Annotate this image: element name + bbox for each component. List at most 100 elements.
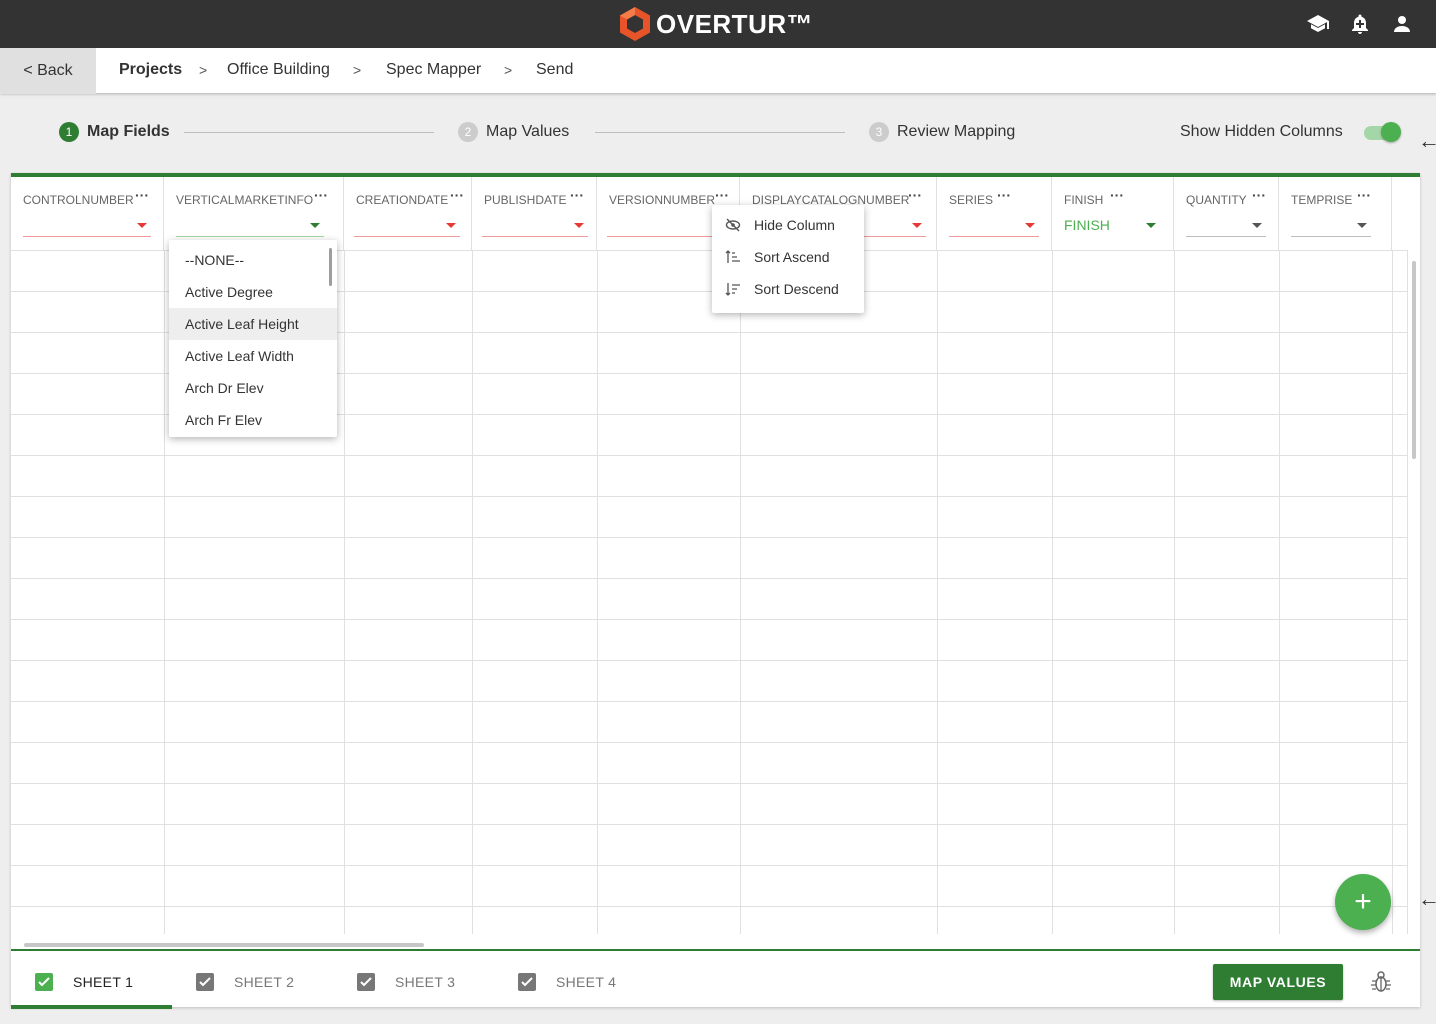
sort-ascend-item[interactable]: Sort Ascend bbox=[712, 241, 864, 273]
column-menu-button[interactable]: ··· bbox=[1357, 187, 1371, 203]
breadcrumb-bar: < Back Projects > Office Building > Spec… bbox=[0, 48, 1436, 94]
menu-item-label: Sort Descend bbox=[754, 281, 839, 297]
column-menu-button[interactable]: ··· bbox=[997, 187, 1011, 203]
step-connector bbox=[184, 132, 434, 133]
dropdown-option-highlighted[interactable]: Active Leaf Height bbox=[169, 308, 337, 340]
toggle-knob bbox=[1381, 122, 1401, 142]
chevron-down-icon bbox=[912, 223, 922, 228]
step-number: 2 bbox=[458, 122, 478, 142]
column-field-select[interactable] bbox=[1186, 213, 1266, 237]
column-menu-button[interactable]: ··· bbox=[908, 187, 922, 203]
checkbox-checked-icon[interactable] bbox=[357, 973, 375, 991]
grid-row-line bbox=[11, 496, 1407, 497]
column-header: SERIES ··· bbox=[937, 177, 1052, 250]
grid-row-line bbox=[11, 865, 1407, 866]
column-header: FINISH ··· FINISH bbox=[1052, 177, 1174, 250]
breadcrumb-projects[interactable]: Projects bbox=[119, 61, 182, 79]
menu-item-label: Hide Column bbox=[754, 217, 835, 233]
column-name: CREATIONDATE bbox=[356, 193, 449, 207]
checkbox-checked-icon[interactable] bbox=[518, 973, 536, 991]
column-menu-button[interactable]: ··· bbox=[1252, 187, 1266, 203]
dropdown-option[interactable]: Arch Fr Elev bbox=[169, 404, 337, 436]
column-menu-button[interactable]: ··· bbox=[135, 187, 149, 203]
grid-column-line bbox=[1052, 250, 1053, 934]
grid-row-line bbox=[11, 578, 1407, 579]
step-review-mapping[interactable]: 3 Review Mapping bbox=[869, 122, 1015, 142]
step-map-values[interactable]: 2 Map Values bbox=[458, 122, 569, 142]
breadcrumb-spec-mapper[interactable]: Spec Mapper bbox=[386, 61, 481, 79]
sort-descend-item[interactable]: Sort Descend bbox=[712, 273, 864, 305]
breadcrumb-send[interactable]: Send bbox=[536, 61, 573, 79]
vertical-scrollbar[interactable] bbox=[1412, 261, 1416, 459]
column-name: PUBLISHDATE bbox=[484, 193, 567, 207]
dropdown-option[interactable]: Arch Dr Elev bbox=[169, 372, 337, 404]
grid-row-line bbox=[11, 660, 1407, 661]
column-name: VERTICALMARKETINFO bbox=[176, 193, 314, 207]
grid-column-line bbox=[597, 250, 598, 934]
column-field-select[interactable] bbox=[1291, 213, 1371, 237]
checkbox-checked-icon[interactable] bbox=[35, 973, 53, 991]
grid-column-line bbox=[1407, 250, 1408, 934]
logo-text: OVERTUR™ bbox=[656, 8, 814, 39]
grid-row-line bbox=[11, 783, 1407, 784]
sheet-tab-4[interactable]: SHEET 4 bbox=[518, 953, 616, 1011]
column-menu-button[interactable]: ··· bbox=[450, 187, 464, 203]
dropdown-option[interactable]: --NONE-- bbox=[169, 244, 337, 276]
arrow-left-icon[interactable]: ← bbox=[1418, 886, 1436, 912]
column-name: SERIES bbox=[949, 193, 994, 207]
column-name: QUANTITY bbox=[1186, 193, 1247, 207]
arrow-left-icon[interactable]: ← bbox=[1418, 128, 1436, 154]
sheet-tab-1[interactable]: SHEET 1 bbox=[35, 953, 133, 1011]
show-hidden-columns-toggle[interactable] bbox=[1364, 122, 1401, 142]
grid-row-line bbox=[11, 742, 1407, 743]
sheet-tab-label: SHEET 2 bbox=[234, 974, 295, 990]
column-field-select[interactable] bbox=[949, 213, 1039, 237]
active-tab-indicator bbox=[11, 1005, 172, 1009]
graduation-cap-icon[interactable] bbox=[1306, 12, 1330, 36]
column-field-select[interactable] bbox=[354, 213, 460, 237]
step-number: 1 bbox=[59, 122, 79, 142]
column-field-select[interactable]: FINISH bbox=[1064, 213, 1160, 237]
dropdown-option[interactable]: Active Degree bbox=[169, 276, 337, 308]
grid-bottom-border bbox=[11, 949, 1420, 951]
sheet-tab-label: SHEET 1 bbox=[73, 974, 134, 990]
column-field-select[interactable] bbox=[607, 213, 727, 237]
breadcrumb-office-building[interactable]: Office Building bbox=[227, 61, 330, 79]
sheet-tab-3[interactable]: SHEET 3 bbox=[357, 953, 455, 1011]
column-name: FINISH bbox=[1064, 193, 1104, 207]
column-menu-button[interactable]: ··· bbox=[570, 187, 584, 203]
dropdown-scrollbar[interactable] bbox=[329, 248, 332, 286]
grid-row-line bbox=[11, 824, 1407, 825]
sort-descending-icon bbox=[725, 281, 741, 297]
dropdown-option[interactable]: Active Leaf Width bbox=[169, 340, 337, 372]
bug-icon[interactable] bbox=[1369, 969, 1393, 995]
horizontal-scrollbar[interactable] bbox=[24, 943, 424, 947]
grid-column-line bbox=[1174, 250, 1175, 934]
column-menu-button[interactable]: ··· bbox=[314, 187, 328, 203]
column-field-select[interactable] bbox=[482, 213, 588, 237]
add-row-button[interactable]: + bbox=[1335, 874, 1391, 930]
hide-column-item[interactable]: Hide Column bbox=[712, 209, 864, 241]
column-header: QUANTITY ··· bbox=[1174, 177, 1279, 250]
grid-column-line bbox=[472, 250, 473, 934]
map-values-button[interactable]: MAP VALUES bbox=[1213, 964, 1343, 1000]
grid-row-line bbox=[11, 701, 1407, 702]
column-menu-button[interactable]: ··· bbox=[1110, 187, 1124, 203]
notification-add-icon[interactable] bbox=[1348, 12, 1372, 36]
column-field-select[interactable] bbox=[176, 213, 324, 237]
back-button[interactable]: < Back bbox=[0, 48, 96, 94]
sheet-tab-label: SHEET 4 bbox=[556, 974, 617, 990]
checkbox-checked-icon[interactable] bbox=[196, 973, 214, 991]
sheet-tab-2[interactable]: SHEET 2 bbox=[196, 953, 294, 1011]
overtur-logo[interactable]: OVERTUR™ bbox=[618, 4, 813, 44]
chevron-down-icon bbox=[310, 223, 320, 228]
step-label: Map Fields bbox=[87, 123, 170, 140]
step-map-fields[interactable]: 1 Map Fields bbox=[59, 122, 170, 142]
column-menu-button[interactable]: ··· bbox=[715, 187, 729, 203]
account-icon[interactable] bbox=[1390, 12, 1414, 36]
overtur-logo-icon bbox=[620, 7, 650, 41]
grid-row-line bbox=[11, 906, 1407, 907]
grid-column-line bbox=[344, 250, 345, 934]
chevron-down-icon bbox=[137, 223, 147, 228]
column-field-select[interactable] bbox=[23, 213, 151, 237]
